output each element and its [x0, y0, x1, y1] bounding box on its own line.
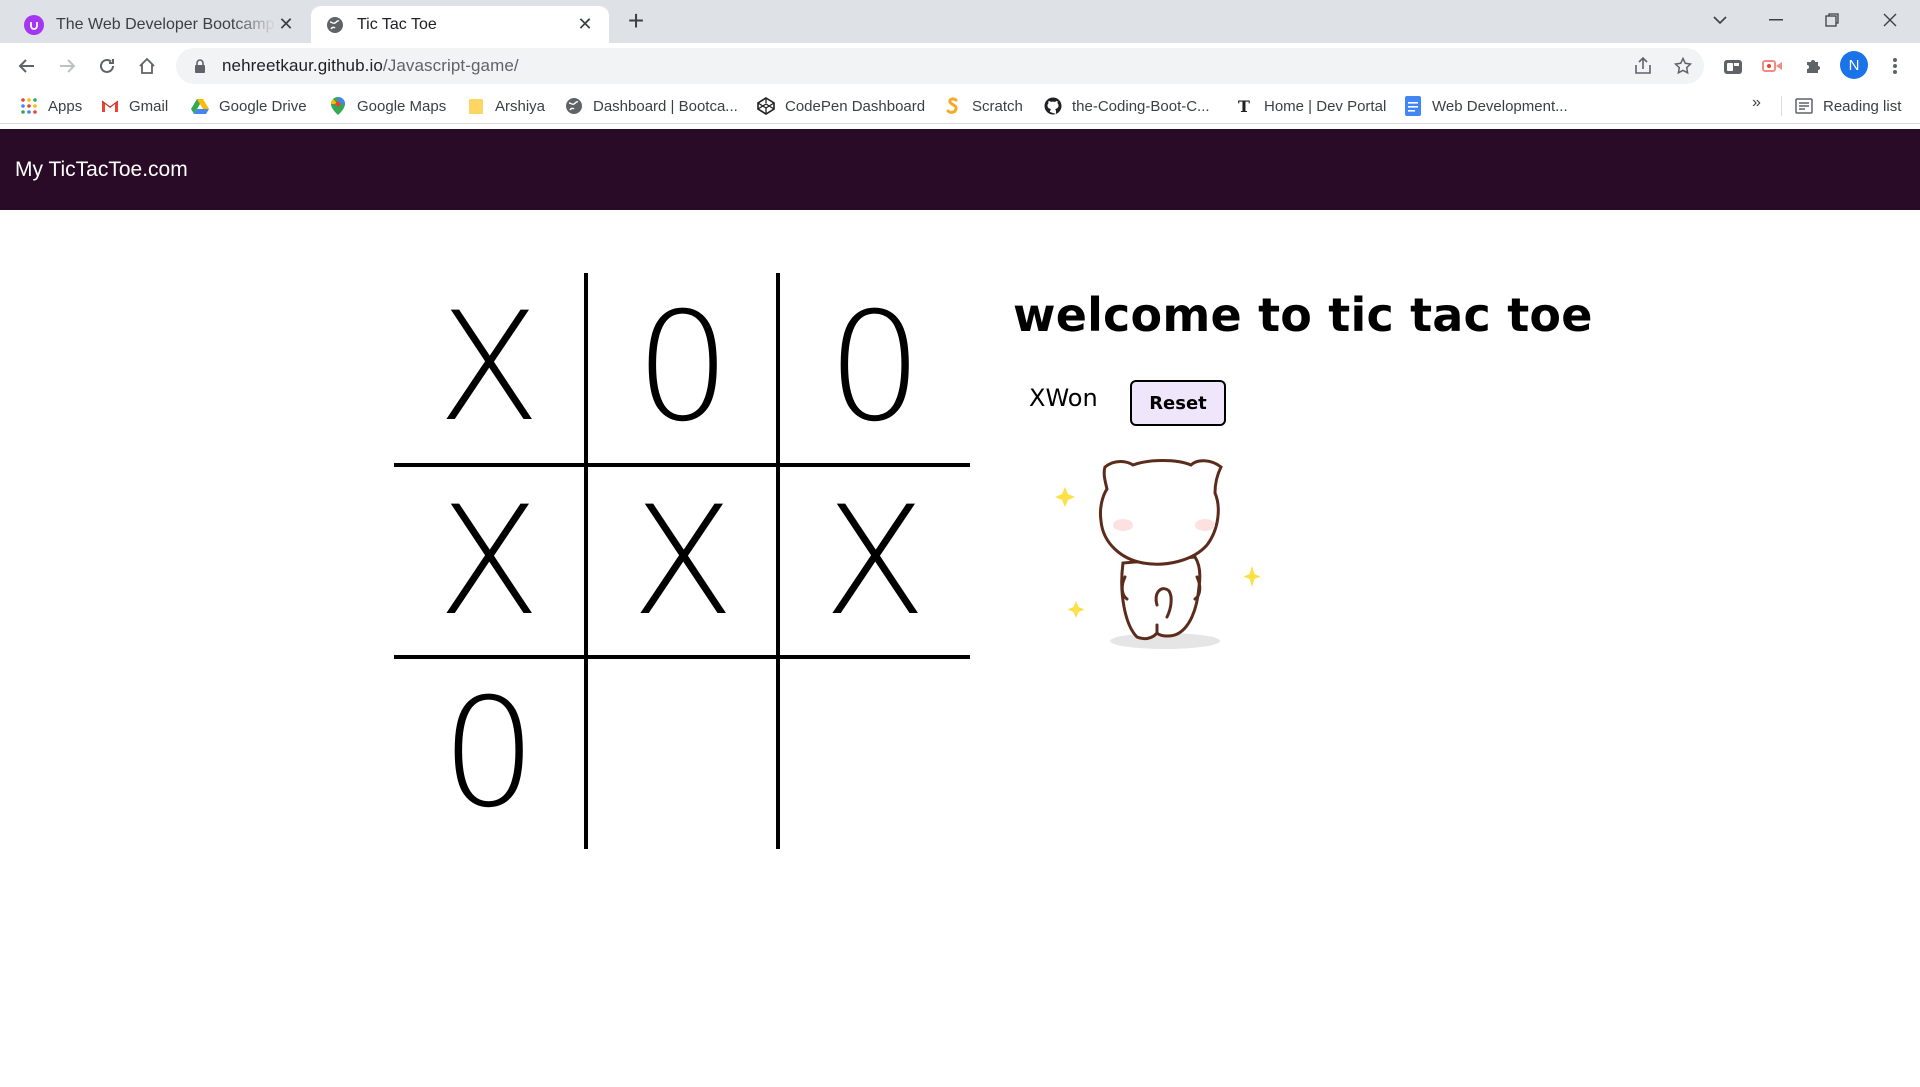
back-arrow-icon[interactable] — [12, 51, 42, 81]
site-brand-link[interactable]: My TicTacToe.com — [15, 158, 188, 182]
google-maps-icon — [329, 97, 347, 115]
bookmark-label: the-Coding-Boot-C... — [1072, 97, 1210, 115]
url-host: nehreetkaur.github.io — [222, 56, 383, 75]
bookmark-label: Home | Dev Portal — [1264, 97, 1387, 115]
reset-button[interactable]: Reset — [1130, 380, 1226, 426]
home-icon[interactable] — [132, 51, 162, 81]
profile-avatar[interactable]: N — [1840, 51, 1868, 79]
bookmark-codepen-dashboard[interactable]: CodePen Dashboard — [757, 94, 925, 118]
close-icon[interactable]: ✕ — [575, 14, 595, 35]
more-menu-icon[interactable] — [1880, 51, 1910, 81]
new-tab-button[interactable]: + — [622, 7, 650, 36]
minimize-icon[interactable] — [1748, 0, 1804, 40]
reading-list-icon — [1795, 97, 1813, 115]
celebration-cat-illustration — [1045, 445, 1265, 655]
folder-icon — [467, 97, 485, 115]
tab-tic-tac-toe[interactable]: Tic Tac Toe ✕ — [311, 6, 609, 43]
bookmark-label: Gmail — [129, 97, 169, 115]
url-path: /Javascript-game/ — [382, 56, 519, 75]
tab-search-chevron-icon[interactable] — [1692, 0, 1748, 40]
close-icon[interactable]: ✕ — [276, 14, 296, 35]
bookmark-arshiya[interactable]: Arshiya — [467, 94, 545, 118]
close-window-icon[interactable] — [1862, 0, 1918, 40]
reading-list-button[interactable]: Reading list — [1795, 94, 1901, 118]
codepen-icon — [757, 97, 775, 115]
bookmark-google-maps[interactable]: Google Maps — [329, 94, 446, 118]
bookmarks-divider — [1781, 96, 1782, 116]
address-bar[interactable]: nehreetkaur.github.io/Javascript-game/ — [176, 48, 1704, 84]
bookmark-label: CodePen Dashboard — [785, 97, 926, 115]
board-cell[interactable]: 0 — [394, 659, 584, 849]
bookmark-label: Web Development... — [1432, 97, 1568, 115]
tab-title: Tic Tac Toe — [357, 15, 437, 33]
bookmark-label: Apps — [48, 97, 83, 115]
board-cell[interactable]: X — [394, 273, 584, 463]
scratch-icon — [944, 97, 962, 115]
bookmark-scratch[interactable]: Scratch — [944, 94, 1023, 118]
lock-icon[interactable] — [192, 58, 208, 74]
board-cell[interactable] — [588, 659, 778, 849]
gmail-icon — [101, 97, 119, 115]
bookmark-label: Scratch — [972, 97, 1023, 115]
tab-strip: The Web Developer Bootcamp 2022 ✕ Tic Ta… — [0, 0, 1920, 43]
bookmark-dev-portal[interactable]: T Home | Dev Portal — [1236, 94, 1386, 118]
board-cell[interactable]: X — [780, 467, 970, 657]
bookmark-label: Dashboard | Bootca... — [593, 97, 738, 115]
browser-toolbar: nehreetkaur.github.io/Javascript-game/ N — [0, 43, 1920, 88]
udemy-icon — [24, 14, 44, 35]
google-drive-icon — [191, 97, 209, 115]
bookmark-label: Arshiya — [495, 97, 546, 115]
extensions-puzzle-icon[interactable] — [1798, 51, 1828, 81]
site-navbar: My TicTacToe.com — [0, 129, 1920, 210]
github-icon — [1044, 97, 1062, 115]
restore-icon[interactable] — [1804, 0, 1860, 40]
game-status: XWon — [1029, 384, 1098, 412]
bookmark-gmail[interactable]: Gmail — [101, 94, 168, 118]
docs-icon — [1404, 96, 1422, 116]
bookmark-star-icon[interactable] — [1668, 51, 1698, 81]
tab-title: The Web Developer Bootcamp 2022 — [56, 15, 276, 33]
board-cell[interactable]: 0 — [780, 273, 970, 463]
reading-list-label: Reading list — [1823, 97, 1902, 115]
nyt-icon: T — [1236, 97, 1254, 115]
bookmark-coding-boot-camp[interactable]: the-Coding-Boot-C... — [1044, 94, 1210, 118]
bookmark-apps[interactable]: Apps — [20, 94, 82, 118]
reload-icon[interactable] — [92, 51, 122, 81]
board-cell[interactable]: X — [394, 467, 584, 657]
tab-web-developer-bootcamp[interactable]: The Web Developer Bootcamp 2022 ✕ — [10, 6, 310, 43]
forward-arrow-icon[interactable] — [52, 51, 82, 81]
bookmark-google-drive[interactable]: Google Drive — [191, 94, 307, 118]
bookmarks-bar: Apps Gmail Google Drive Google Maps Arsh… — [0, 88, 1920, 124]
board-cell[interactable] — [780, 659, 970, 849]
globe-icon — [325, 15, 345, 35]
globe-icon — [565, 97, 583, 115]
url-text: nehreetkaur.github.io/Javascript-game/ — [222, 56, 519, 76]
bookmark-label: Google Drive — [219, 97, 307, 115]
board-cell[interactable]: X — [588, 467, 778, 657]
extension-tabs-icon[interactable] — [1718, 51, 1748, 81]
board-cell[interactable]: 0 — [588, 273, 778, 463]
share-icon[interactable] — [1628, 51, 1658, 81]
bookmark-dashboard-bootcamp[interactable]: Dashboard | Bootca... — [565, 94, 738, 118]
svg-text:T: T — [1238, 97, 1250, 115]
page-heading: welcome to tic tac toe — [1013, 288, 1593, 342]
apps-grid-icon — [20, 97, 38, 115]
screen-recorder-icon[interactable] — [1758, 51, 1788, 81]
bookmark-web-development[interactable]: Web Development... — [1404, 94, 1568, 118]
game-board: X 0 0 X X X 0 — [394, 273, 970, 849]
bookmarks-overflow-button[interactable]: » — [1752, 94, 1761, 112]
bookmark-label: Google Maps — [357, 97, 447, 115]
